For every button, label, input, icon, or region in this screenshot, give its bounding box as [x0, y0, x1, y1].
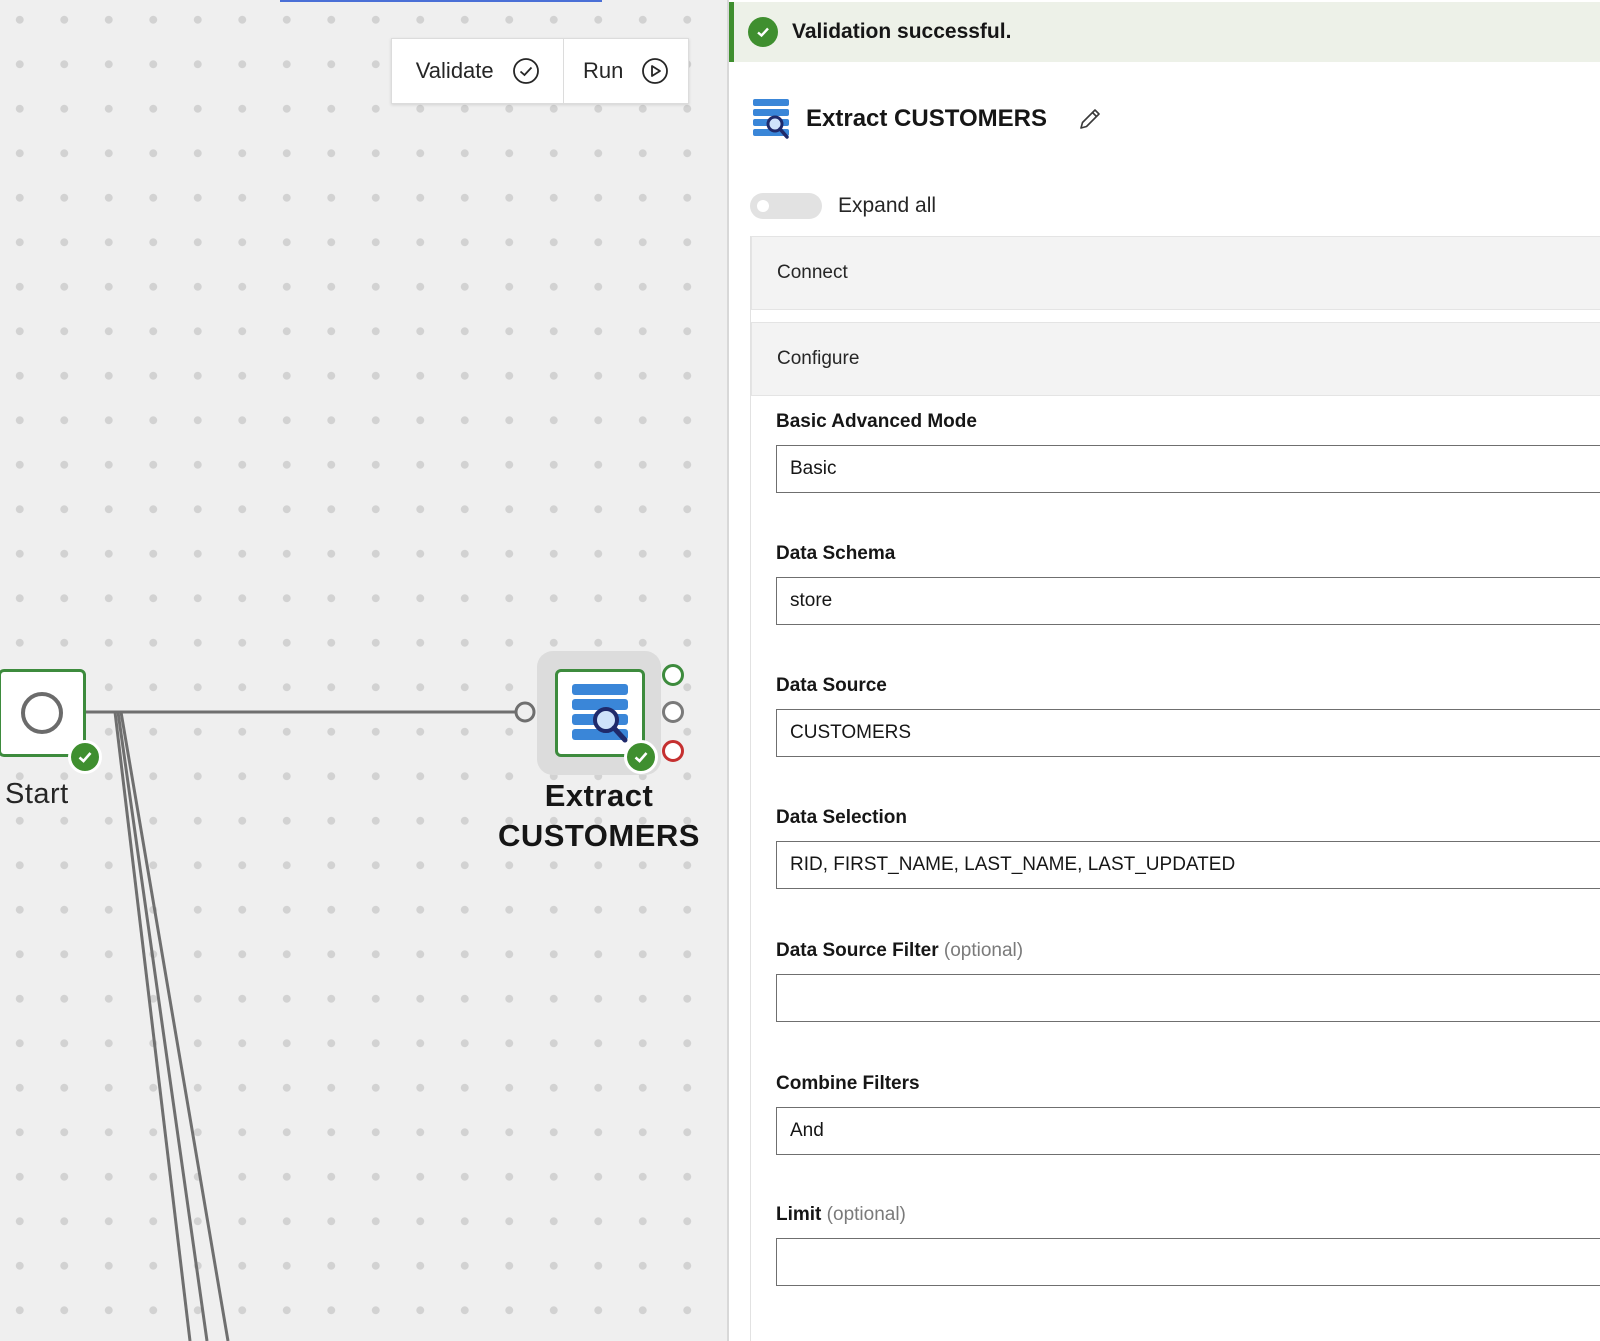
data-selection-input[interactable]: RID, FIRST_NAME, LAST_NAME, LAST_UPDATED: [776, 841, 1600, 889]
panel-content: Connect Configure Basic Advanced Mode Ba…: [750, 236, 1600, 1341]
field-label-text: Limit: [776, 1204, 822, 1225]
toggle-knob: [757, 200, 769, 212]
field-label: Basic Advanced Mode: [776, 411, 977, 432]
section-connect-label: Connect: [777, 262, 848, 283]
error-output-port[interactable]: [662, 740, 684, 762]
validation-banner: Validation successful.: [729, 2, 1600, 62]
connector-down-3: [119, 711, 230, 1341]
properties-panel: Validation successful. Extract CUSTOMERS…: [729, 0, 1600, 1341]
field-label: Data Schema: [776, 543, 896, 564]
run-label: Run: [583, 58, 624, 83]
basic-advanced-mode-field: Basic Advanced Mode Basic: [776, 411, 1600, 493]
optional-tag: (optional): [826, 1204, 906, 1225]
field-label: Data Selection: [776, 807, 907, 828]
validation-message: Validation successful.: [792, 20, 1012, 43]
limit-field: Limit (optional): [776, 1204, 1600, 1286]
combine-filters-field: Combine Filters And: [776, 1073, 1600, 1155]
pencil-icon[interactable]: [1077, 106, 1103, 132]
section-configure[interactable]: Configure: [751, 322, 1600, 396]
node-title: Extract CUSTOMERS: [806, 105, 1047, 132]
data-selection-field: Data Selection RID, FIRST_NAME, LAST_NAM…: [776, 807, 1600, 889]
panel-header: Extract CUSTOMERS: [752, 96, 1103, 142]
section-configure-label: Configure: [777, 348, 860, 369]
connector-input-port: [514, 701, 536, 723]
start-circle-icon: [21, 692, 63, 734]
canvas-toolbar: Validate Run: [391, 38, 689, 104]
field-label: Data Source Filter (optional): [776, 940, 1600, 966]
start-node-label: Start: [5, 778, 69, 810]
extract-node-label-line2: CUSTOMERS: [497, 818, 700, 853]
connector-down-2: [116, 711, 209, 1341]
optional-tag: (optional): [943, 940, 1024, 961]
validate-button[interactable]: Validate: [392, 39, 565, 103]
data-source-select[interactable]: CUSTOMERS: [776, 709, 1600, 757]
play-circle-icon: [642, 58, 669, 84]
field-label: Combine Filters: [776, 1073, 920, 1094]
field-label-text: Data Source Filter: [776, 940, 939, 961]
combine-filters-select[interactable]: And: [776, 1107, 1600, 1155]
extract-node-label-line1: Extract: [544, 778, 654, 813]
extract-status-check-icon: [624, 740, 658, 774]
expand-all-label: Expand all: [838, 194, 937, 217]
field-label: Data Source: [776, 675, 887, 696]
start-status-check-icon: [68, 740, 102, 774]
database-search-icon: [752, 97, 790, 141]
success-check-icon: [748, 17, 778, 47]
data-schema-field: Data Schema store: [776, 543, 1600, 625]
success-output-port[interactable]: [662, 664, 684, 686]
expand-all-row: Expand all: [750, 192, 936, 220]
limit-input[interactable]: [776, 1238, 1600, 1286]
basic-advanced-mode-select[interactable]: Basic: [776, 445, 1600, 493]
section-connect[interactable]: Connect: [751, 236, 1600, 310]
database-search-icon: [572, 684, 628, 743]
data-source-filter-input[interactable]: [776, 974, 1600, 1022]
field-label: Limit (optional): [776, 1204, 1600, 1230]
check-circle-icon: [512, 58, 539, 84]
default-output-port[interactable]: [662, 701, 684, 723]
validate-label: Validate: [415, 58, 494, 83]
expand-all-toggle[interactable]: [750, 193, 822, 219]
extract-node-label: Extract CUSTOMERS: [487, 776, 711, 856]
data-schema-select[interactable]: store: [776, 577, 1600, 625]
flow-canvas[interactable]: Validate Run Start Extract CUSTOMERS: [0, 0, 727, 1341]
data-source-filter-field: Data Source Filter (optional): [776, 940, 1600, 1022]
connector-down-1: [113, 711, 192, 1341]
data-source-field: Data Source CUSTOMERS: [776, 675, 1600, 757]
run-button[interactable]: Run: [564, 39, 688, 103]
